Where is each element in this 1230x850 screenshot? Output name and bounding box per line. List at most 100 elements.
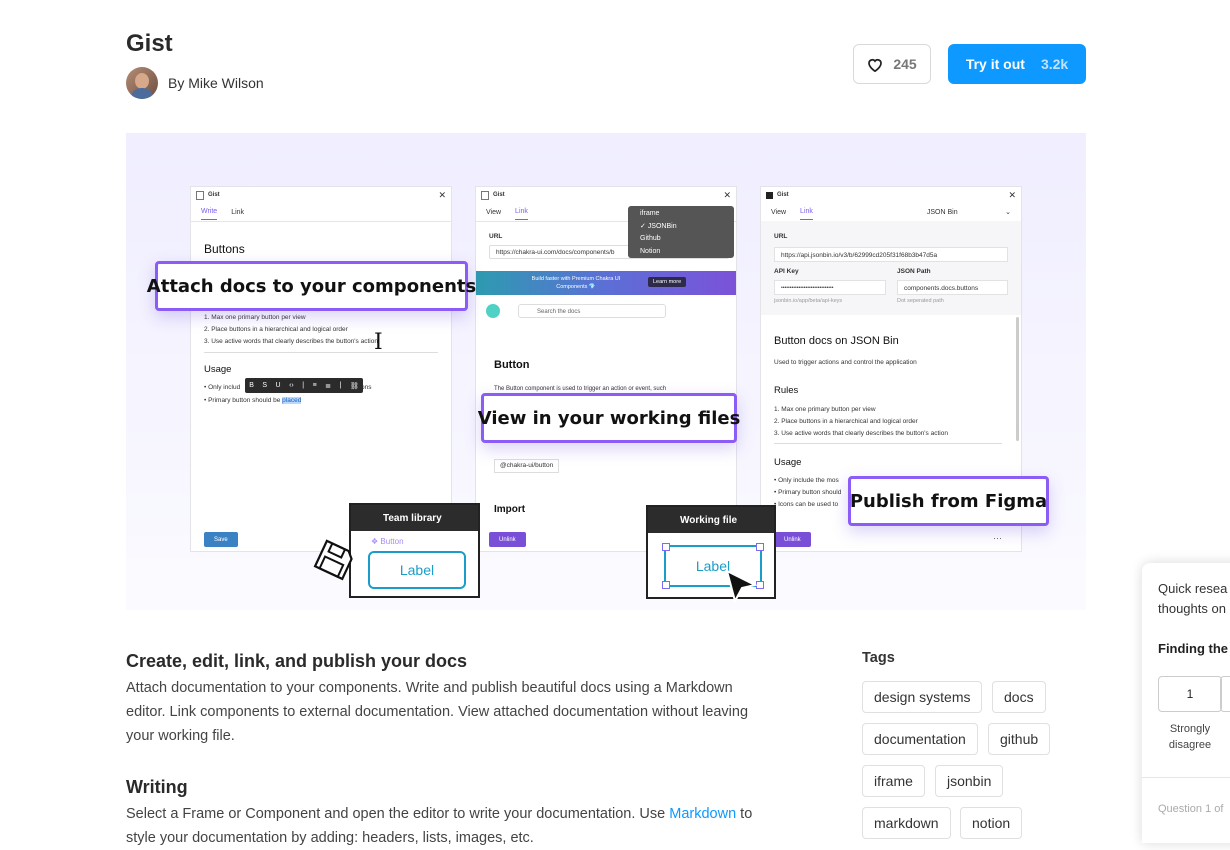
rule-2: 2. Place buttons in a hierarchical and l… [204, 326, 348, 333]
json-path-field: components.docs.buttons [897, 280, 1008, 295]
unlink-button: Unlink [774, 532, 811, 547]
option-iframe: iframe [640, 210, 660, 217]
app-name: Gist [493, 192, 505, 198]
promo-banner: Build faster with Premium Chakra UI Comp… [476, 271, 736, 295]
survey-option-2[interactable] [1220, 676, 1230, 712]
chevron-down-icon: ⌄ [1005, 209, 1011, 216]
try-label: Try it out [965, 56, 1025, 72]
tag-iframe[interactable]: iframe [862, 765, 925, 797]
section-text-create: Attach documentation to your components.… [126, 680, 749, 744]
tag-jsonbin[interactable]: jsonbin [935, 765, 1004, 797]
tab-link: Link [800, 208, 813, 220]
source-select: JSON Bin [926, 208, 958, 216]
url-field: https://api.jsonbin.io/v3/b/62999cd205f3… [774, 247, 1008, 262]
unlink-button: Unlink [489, 532, 526, 547]
callout-publish: Publish from Figma [848, 476, 1049, 526]
survey-intro: Quick resea thoughts on [1158, 581, 1228, 616]
cursor-arrow-icon [724, 569, 760, 609]
api-key-field: •••••••••••••••••••••••••••••• [774, 280, 886, 295]
tab-link: Link [515, 208, 528, 220]
like-button[interactable]: 245 [853, 44, 931, 84]
doc-heading: Button [494, 359, 530, 371]
callout-view: View in your working files [478, 393, 740, 443]
section-heading-writing: Writing [126, 777, 188, 797]
usage-2-text: • Primary button should be [204, 397, 283, 404]
usage-heading: Usage [774, 457, 802, 468]
text-cursor-icon: I [374, 330, 383, 355]
url-label: URL [489, 233, 503, 240]
tag-docs[interactable]: docs [992, 681, 1046, 713]
doc-heading: Button docs on JSON Bin [774, 335, 899, 347]
highlighted-word: placed [282, 397, 302, 404]
rule-1: 1. Max one primary button per view [774, 406, 876, 413]
rule-3: 3. Use active words that clearly describ… [774, 430, 948, 437]
run-count: 3.2k [1040, 56, 1069, 72]
hero-image: Gist ✕ Write Link Buttons 1. Max one prima… [126, 133, 1086, 610]
survey-question: Finding the [1158, 641, 1229, 656]
survey-option-label: Strongly disagree [1168, 723, 1212, 751]
author-name[interactable]: By Mike Wilson [168, 75, 264, 91]
component-icon: ❖ [371, 537, 381, 546]
option-notion: Notion [640, 247, 661, 255]
heart-icon [868, 58, 883, 72]
survey-progress: Question 1 of [1158, 803, 1224, 815]
writing-text-a: Select a Frame or Component and open the… [126, 806, 670, 822]
usage-2: • Primary button should [774, 489, 842, 496]
option-github: Github [640, 235, 661, 242]
source-dropdown: iframe ✓ JSONBin Github Notion [628, 206, 734, 258]
survey-widget: Quick resea thoughts on Finding the 1 St… [1142, 563, 1230, 843]
json-path-label: JSON Path [897, 268, 931, 275]
option-jsonbin: ✓ JSONBin [640, 222, 677, 230]
learn-more: Learn more [648, 277, 687, 287]
author-avatar[interactable] [126, 67, 158, 99]
json-path-hint: Dot seperated path [897, 298, 944, 304]
markdown-link[interactable]: Markdown [669, 806, 736, 822]
usage-1a: • Only includ [204, 384, 241, 391]
section-heading-create: Create, edit, link, and publish your doc… [126, 651, 468, 671]
tag-github[interactable]: github [988, 723, 1051, 755]
plugin-title: Gist [126, 30, 173, 57]
tag-documentation[interactable]: documentation [862, 723, 978, 755]
tag-notion[interactable]: notion [960, 807, 1023, 839]
doc-sub: Used to trigger actions and control the … [774, 359, 917, 366]
chakra-logo-icon [486, 304, 500, 318]
app-name: Gist [208, 192, 220, 198]
promo-text: Build faster with Premium Chakra UI Comp… [531, 276, 621, 290]
more-icon: ··· [993, 533, 1002, 543]
rule-1: 1. Max one primary button per view [204, 314, 306, 321]
callout-attach: Attach docs to your components [147, 261, 476, 311]
tab-view: View [771, 208, 787, 216]
component-label: Button [380, 537, 404, 546]
tab-view: View [486, 208, 502, 216]
doc-heading: Buttons [204, 242, 245, 256]
usage-heading: Usage [204, 364, 232, 375]
save-button: Save [204, 532, 238, 547]
tab-link: Link [231, 208, 245, 216]
api-key-label: API Key [774, 268, 799, 275]
tag-markdown[interactable]: markdown [862, 807, 951, 839]
tag-design-systems[interactable]: design systems [862, 681, 983, 713]
app-name: Gist [777, 192, 789, 198]
rules-heading: Rules [774, 385, 799, 396]
import-heading: Import [494, 504, 526, 515]
like-count: 245 [893, 56, 917, 72]
url-label: URL [774, 233, 788, 240]
survey-option-1[interactable]: 1 [1158, 676, 1222, 712]
rule-3: 3. Use active words that clearly describ… [204, 338, 378, 345]
tags-heading: Tags [862, 650, 895, 666]
scrollbar [1016, 317, 1019, 441]
close-icon: ✕ [1008, 189, 1016, 200]
team-library-card: Team library ❖ Button Label [349, 503, 480, 598]
usage-3: • Icons can be used to [774, 501, 839, 508]
label-component: Label [368, 551, 466, 589]
close-icon: ✕ [438, 189, 446, 200]
team-library-title: Team library [351, 505, 478, 531]
docs-search: Search the docs [518, 304, 666, 318]
format-toolbar: B S U ‹› | ≡ ≣ | ⛓ [245, 378, 363, 393]
component-name: ❖ Button [371, 537, 404, 546]
rule-2: 2. Place buttons in a hierarchical and l… [774, 418, 918, 425]
close-icon: ✕ [723, 189, 731, 200]
tab-write: Write [201, 208, 218, 220]
try-it-out-button[interactable]: Try it out 3.2k [948, 44, 1086, 84]
working-file-title: Working file [648, 507, 774, 533]
